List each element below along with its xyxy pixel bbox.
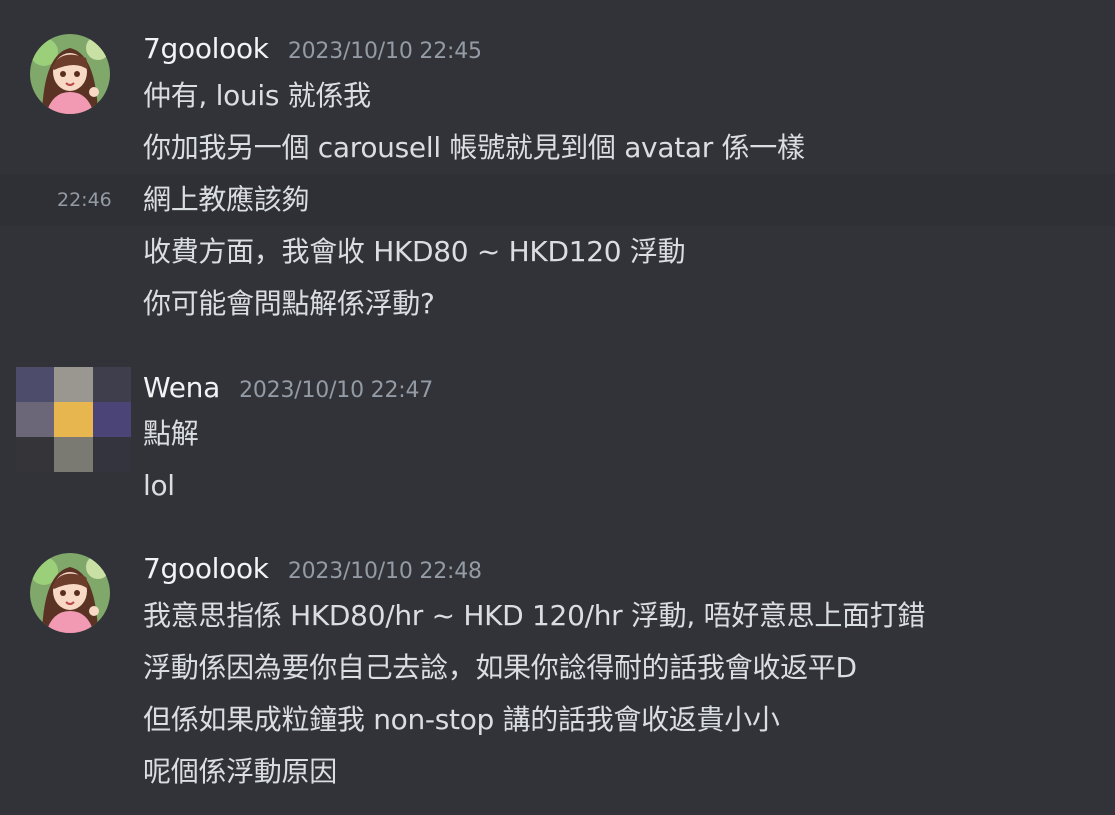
message-text: 你可能會問點解係浮動? [143,287,435,320]
username[interactable]: 7goolook [143,32,269,65]
message-text: 網上教應該夠 [143,183,310,216]
message-header: 7goolook 2023/10/10 22:45 [143,32,482,72]
hover-timestamp: 22:46 [57,189,112,211]
message-text: 但係如果成粒鐘我 non-stop 講的話我會收返貴小小 [143,703,780,736]
chat-message-list: 7goolook 2023/10/10 22:45 仲有, louis 就係我 … [0,0,1115,815]
message-text: 點解 [143,417,199,450]
username[interactable]: 7goolook [143,552,269,585]
message-header: Wena 2023/10/10 22:47 [143,371,433,411]
message-header: 7goolook 2023/10/10 22:48 [143,552,482,592]
message-line: 但係如果成粒鐘我 non-stop 講的話我會收返貴小小 [0,694,1115,746]
message-line: 呢個係浮動原因 [0,746,1115,798]
message-text: 我意思指係 HKD80/hr ~ HKD 120/hr 浮動, 唔好意思上面打錯 [143,599,926,632]
message-timestamp: 2023/10/10 22:47 [239,378,434,403]
message-text: 仲有, louis 就係我 [143,79,371,112]
message-line: 我意思指係 HKD80/hr ~ HKD 120/hr 浮動, 唔好意思上面打錯 [0,590,1115,642]
message-line: 點解 [0,408,1115,460]
message-text: 收費方面，我會收 HKD80 ~ HKD120 浮動 [143,235,686,268]
message-line: 你可能會問點解係浮動? [0,278,1115,330]
message-timestamp: 2023/10/10 22:48 [287,559,482,584]
message-line: 浮動係因為要你自己去諗，如果你諗得耐的話我會收返平D [0,642,1115,694]
message-line-hovered[interactable]: 22:46 網上教應該夠 [0,174,1115,226]
message-text: 浮動係因為要你自己去諗，如果你諗得耐的話我會收返平D [143,651,857,684]
username[interactable]: Wena [143,371,220,404]
message-line: 仲有, louis 就係我 [0,70,1115,122]
message-line: 收費方面，我會收 HKD80 ~ HKD120 浮動 [0,226,1115,278]
message-text: 呢個係浮動原因 [143,755,337,788]
message-line: lol [0,460,1115,512]
message-text: 你加我另一個 carousell 帳號就見到個 avatar 係一樣 [143,131,805,164]
message-line: 你加我另一個 carousell 帳號就見到個 avatar 係一樣 [0,122,1115,174]
message-text: lol [143,469,175,502]
message-timestamp: 2023/10/10 22:45 [287,39,482,64]
